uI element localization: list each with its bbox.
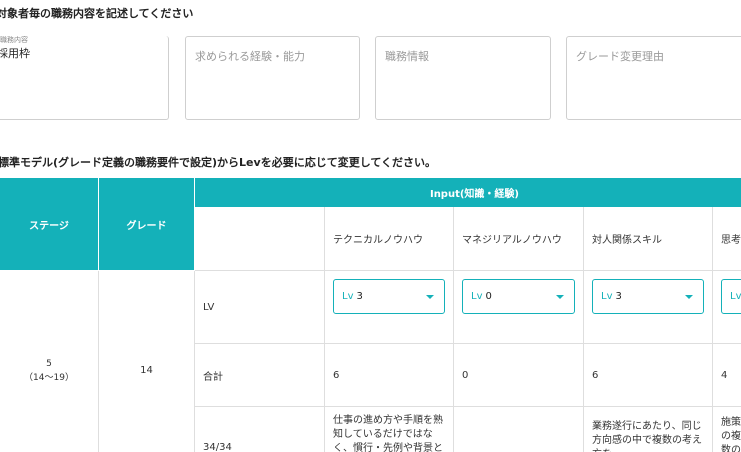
required-experience-field[interactable]: 求められる経験・能力: [185, 36, 360, 120]
job-content-label: 職務内容: [0, 35, 30, 45]
caret-down-icon: [685, 295, 693, 299]
stage-range: （14〜19）: [24, 372, 74, 383]
lv-select-managerial[interactable]: Lv 0: [462, 279, 575, 314]
lv-select-value: 3: [356, 291, 363, 302]
total-interpersonal: 6: [584, 344, 713, 407]
required-experience-placeholder: 求められる経験・能力: [195, 50, 305, 63]
stage-value: 5: [46, 358, 52, 369]
grade-change-reason-placeholder: グレード変更理由: [576, 50, 664, 63]
lv-select-technical[interactable]: Lv 3: [333, 279, 445, 314]
lv-select-thinking[interactable]: Lv: [721, 279, 741, 314]
header-blank: [195, 207, 325, 271]
description-thinking: 施策の複数の: [713, 407, 741, 452]
job-content-value: 採用枠: [0, 47, 30, 60]
header-stage: ステージ: [0, 178, 99, 271]
section-title-standard-model: 標準モデル(グレード定義の職務要件で設定)からLevを必要に応じて変更してくださ…: [0, 156, 437, 169]
stage-cell: 5 （14〜19）: [0, 271, 99, 452]
job-info-field[interactable]: 職務情報: [375, 36, 551, 120]
total-label: 合計: [195, 344, 325, 407]
lv-cell-interpersonal: Lv 3: [584, 271, 713, 344]
total-technical: 6: [325, 344, 454, 407]
header-thinking: 思考技: [713, 207, 741, 271]
header-interpersonal-skill: 対人関係スキル: [584, 207, 713, 271]
header-managerial-knowhow: マネジリアルノウハウ: [454, 207, 584, 271]
caret-down-icon: [556, 295, 564, 299]
description-interpersonal: 業務遂行にあたり、同じ方向感の中で複数の考え方を: [584, 407, 713, 452]
grade-cell: 14: [99, 271, 195, 452]
description-managerial: [454, 407, 584, 452]
lv-select-value: 3: [615, 291, 622, 302]
lv-cell-thinking: Lv: [713, 271, 741, 344]
job-info-placeholder: 職務情報: [385, 50, 429, 63]
grade-change-reason-field[interactable]: グレード変更理由: [566, 36, 741, 120]
lv-cell-technical: Lv 3: [325, 271, 454, 344]
header-input-group: Input(知識・経験): [195, 178, 741, 207]
total-managerial: 0: [454, 344, 584, 407]
job-content-field[interactable]: 職務内容 採用枠: [0, 35, 169, 120]
header-grade: グレード: [99, 178, 195, 271]
header-technical-knowhow: テクニカルノウハウ: [325, 207, 454, 271]
lv-label: LV: [195, 271, 325, 344]
lv-select-interpersonal[interactable]: Lv 3: [592, 279, 704, 314]
lv-select-value: 0: [485, 291, 492, 302]
total-thinking: 4: [713, 344, 741, 407]
section-title-job-description: 対象者毎の職務内容を記述してください: [0, 7, 194, 20]
lv-cell-managerial: Lv 0: [454, 271, 584, 344]
description-technical: 仕事の進め方や手順を熟知しているだけではなく、慣行・先例や背景となる原: [325, 407, 454, 452]
caret-down-icon: [426, 295, 434, 299]
score-label: 34/34: [195, 407, 325, 452]
